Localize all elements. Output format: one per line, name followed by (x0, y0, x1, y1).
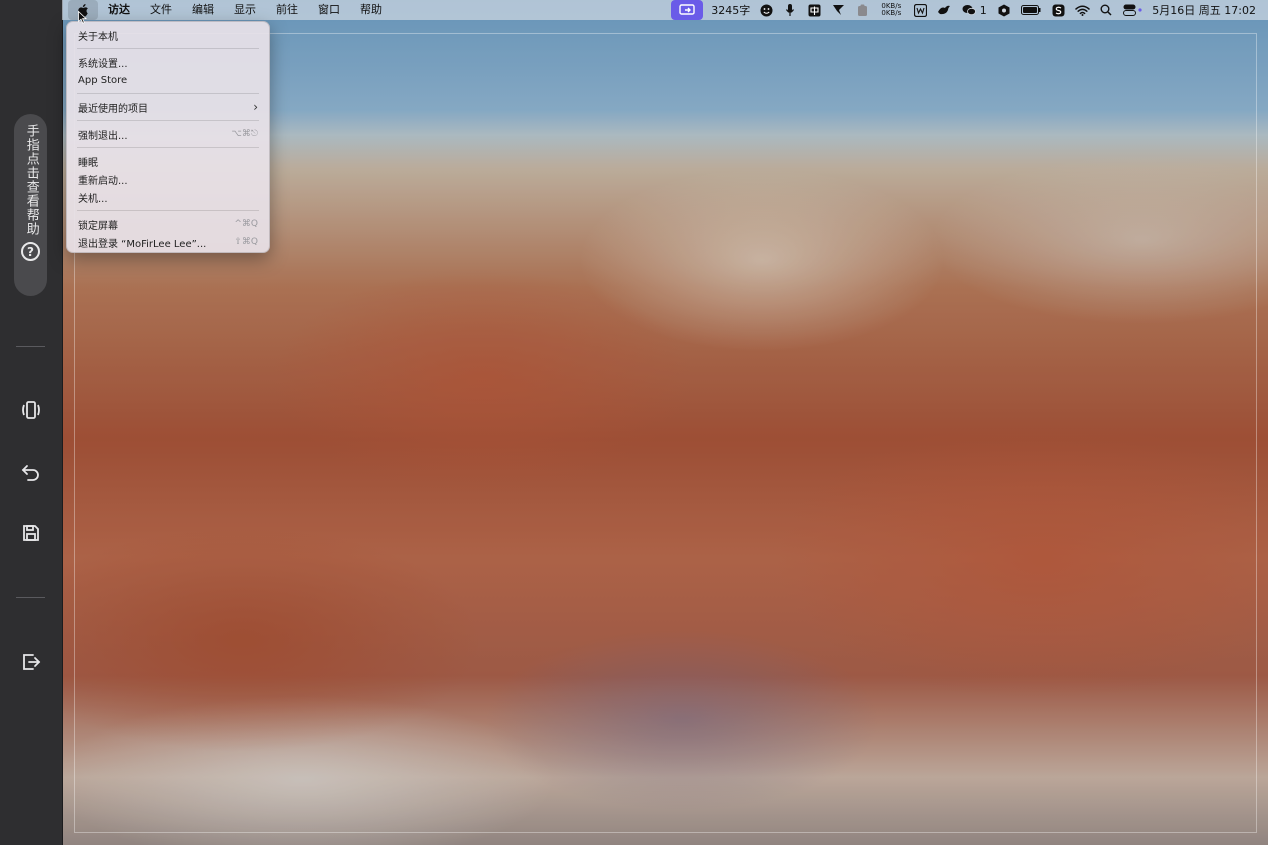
menu-item-label: 最近使用的项目 (78, 103, 148, 115)
menu-separator (77, 120, 259, 121)
menubar: 访达 文件 编辑 显示 前往 窗口 帮助 3245字 0KB/s 0KB/s 1… (62, 0, 1268, 20)
menu-item-label: 锁定屏幕 (78, 220, 118, 232)
menu-item-about-this-mac[interactable]: 关于本机 (67, 26, 269, 44)
menu-item-system-settings[interactable]: 系统设置... (67, 53, 269, 71)
menubar-clock[interactable]: 5月16日 周五 17:02 (1152, 2, 1256, 18)
exit-icon (23, 654, 41, 670)
wechat-status[interactable]: 1 (960, 2, 988, 18)
smiley-icon[interactable] (758, 2, 774, 18)
menu-separator (77, 210, 259, 211)
help-label: 手指点击查看帮助 (23, 124, 39, 236)
search-icon[interactable] (1098, 2, 1114, 18)
network-speed[interactable]: 0KB/s 0KB/s (878, 2, 904, 18)
rotate-view-button[interactable] (18, 397, 44, 423)
mouse-cursor-icon (78, 11, 87, 24)
menu-separator (77, 93, 259, 94)
wechat-icon (962, 5, 976, 16)
screen-share-button[interactable] (671, 0, 704, 20)
menu-view[interactable]: 显示 (224, 0, 266, 20)
help-button[interactable]: 手指点击查看帮助 ? (14, 114, 47, 296)
menu-item-log-out[interactable]: 退出登录 “MoFirLee Lee”... ⇧⌘Q (67, 233, 269, 251)
network-down: 0KB/s (881, 9, 902, 17)
menu-item-label: App Store (78, 74, 128, 86)
left-toolbar: 手指点击查看帮助 ? (0, 0, 63, 845)
hexagon-app-icon[interactable] (996, 2, 1012, 18)
screen-share-icon (679, 4, 695, 15)
undo-icon (21, 465, 39, 481)
menu-item-label: 关于本机 (78, 31, 118, 43)
menu-item-label: 睡眠 (78, 157, 98, 169)
menu-item-shortcut: ⇧⌘Q (234, 237, 258, 247)
microphone-icon[interactable] (782, 2, 798, 18)
chevron-right-icon: › (253, 100, 258, 114)
menu-item-restart[interactable]: 重新启动... (67, 170, 269, 188)
input-method-icon[interactable] (806, 2, 822, 18)
menu-item-lock-screen[interactable]: 锁定屏幕 ^⌘Q (67, 215, 269, 233)
menu-item-shortcut: ⌥⌘⎋ (231, 129, 259, 139)
word-count[interactable]: 3245字 (711, 2, 750, 18)
menu-help[interactable]: 帮助 (350, 0, 392, 20)
exit-button[interactable] (18, 649, 44, 675)
menu-item-label: 系统设置... (78, 58, 128, 70)
wechat-count: 1 (979, 3, 987, 17)
menu-separator (77, 48, 259, 49)
s-app-icon[interactable] (1050, 2, 1066, 18)
rotate-view-icon (22, 401, 40, 419)
menu-item-label: 重新启动... (78, 175, 128, 187)
toolbar-divider (16, 597, 45, 598)
menu-item-label: 强制退出... (78, 130, 128, 142)
wifi-icon[interactable] (1074, 2, 1090, 18)
feather-app-icon[interactable] (830, 2, 846, 18)
apple-menu-dropdown: 关于本机 系统设置... App Store 最近使用的项目 › 强制退出...… (66, 21, 270, 253)
menu-window[interactable]: 窗口 (308, 0, 350, 20)
save-button[interactable] (18, 520, 44, 546)
bird-app-icon[interactable] (936, 2, 952, 18)
menu-item-force-quit[interactable]: 强制退出... ⌥⌘⎋ (67, 125, 269, 143)
menu-item-sleep[interactable]: 睡眠 (67, 152, 269, 170)
battery-icon[interactable] (1020, 2, 1042, 18)
menu-item-app-store[interactable]: App Store (67, 71, 269, 89)
toolbar-divider (16, 346, 45, 347)
clipboard-icon[interactable] (854, 2, 870, 18)
menu-item-recent-items[interactable]: 最近使用的项目 › (67, 98, 269, 116)
menu-finder[interactable]: 访达 (98, 0, 140, 20)
w-app-icon[interactable] (912, 2, 928, 18)
menu-edit[interactable]: 编辑 (182, 0, 224, 20)
question-icon: ? (21, 242, 40, 261)
menu-separator (77, 147, 259, 148)
menu-file[interactable]: 文件 (140, 0, 182, 20)
control-center-icon[interactable] (1122, 2, 1144, 18)
menu-item-label: 退出登录 “MoFirLee Lee”... (78, 238, 207, 250)
menu-item-shortcut: ^⌘Q (234, 219, 258, 229)
undo-button[interactable] (18, 459, 44, 485)
menu-item-shut-down[interactable]: 关机... (67, 188, 269, 206)
menu-go[interactable]: 前往 (266, 0, 308, 20)
menu-item-label: 关机... (78, 193, 108, 205)
save-icon (23, 525, 39, 541)
